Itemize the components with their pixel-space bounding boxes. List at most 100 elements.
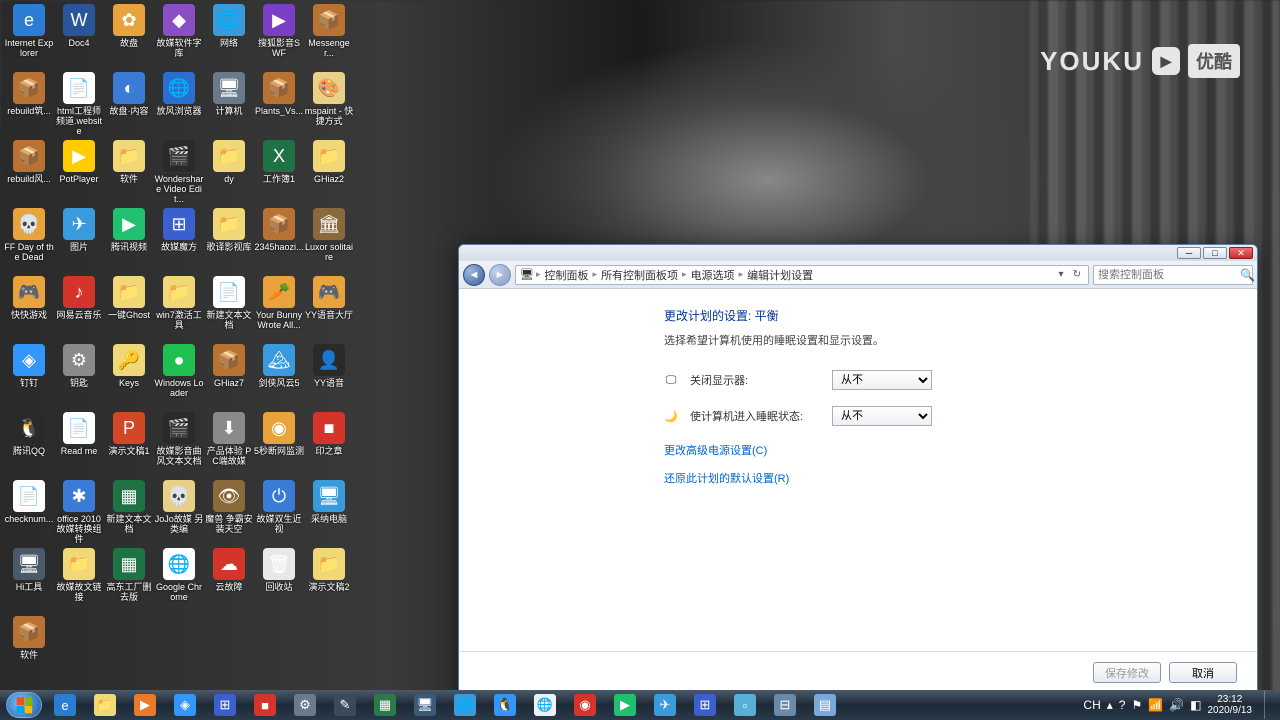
desktop-icon[interactable]: 🗑回收站 xyxy=(254,548,304,616)
taskbar-app-app3[interactable]: ✎ xyxy=(326,692,364,718)
desktop-icon[interactable]: 🎨mspaint - 快捷方式 xyxy=(304,72,354,140)
desktop-icon[interactable]: 🎮快快游戏 xyxy=(4,276,54,344)
desktop-icon[interactable]: X工作簿1 xyxy=(254,140,304,208)
taskbar-app-explorer[interactable]: 📁 xyxy=(86,692,124,718)
desktop-icon[interactable]: 📁win7激活工具 xyxy=(154,276,204,344)
search-input[interactable] xyxy=(1098,269,1240,281)
desktop-icon[interactable]: 📁dy xyxy=(204,140,254,208)
tray-flag-icon[interactable]: ⚑ xyxy=(1131,698,1142,712)
taskbar-app-ie[interactable]: e xyxy=(46,692,84,718)
desktop-icon[interactable]: 📦Messenger... xyxy=(304,4,354,72)
taskbar-app-wmp[interactable]: ▶ xyxy=(126,692,164,718)
desktop-icon[interactable]: ■印之章 xyxy=(304,412,354,480)
desktop-icon[interactable]: ⬇产品体验 PC端故媒 xyxy=(204,412,254,480)
desktop-icon[interactable]: WDoc4 xyxy=(54,4,104,72)
desktop-icon[interactable]: 🏛Luxor solitaire xyxy=(304,208,354,276)
taskbar-app-app2[interactable]: ⚙ xyxy=(286,692,324,718)
desktop-icon[interactable]: 🌐Google Chrome xyxy=(154,548,204,616)
breadcrumb-seg[interactable]: 控制面板 xyxy=(543,267,591,283)
desktop-icon[interactable]: ▶腾讯视频 xyxy=(104,208,154,276)
desktop-icon[interactable]: 👤YY语音 xyxy=(304,344,354,412)
advanced-settings-link[interactable]: 更改高级电源设置(C) xyxy=(664,442,1227,458)
desktop-icon[interactable]: 💀JoJo故媒 另类编 xyxy=(154,480,204,548)
desktop-icon[interactable]: 📁故媒故文链接 xyxy=(54,548,104,616)
taskbar-app-app7[interactable]: ✈ xyxy=(646,692,684,718)
desktop-icon[interactable]: 📄checknum... xyxy=(4,480,54,548)
start-button[interactable] xyxy=(6,692,42,718)
desktop-icon[interactable]: 📁软件 xyxy=(104,140,154,208)
refresh-icon[interactable]: ↻ xyxy=(1070,269,1084,280)
desktop-icon[interactable]: 🥕Your Bunny Wrote All... xyxy=(254,276,304,344)
taskbar-app-controlpanel[interactable]: ⊟ xyxy=(766,692,804,718)
desktop-icon[interactable]: 📁一键Ghost xyxy=(104,276,154,344)
desktop-icon[interactable]: 🖥计算机 xyxy=(204,72,254,140)
nav-forward-button[interactable]: ► xyxy=(489,264,511,286)
desktop-icon[interactable]: ◈钉钉 xyxy=(4,344,54,412)
taskbar-app-app10[interactable]: ▤ xyxy=(806,692,844,718)
desktop-icon[interactable]: P演示文稿1 xyxy=(104,412,154,480)
desktop-icon[interactable]: 🐧腾讯QQ xyxy=(4,412,54,480)
desktop-icon[interactable]: ✱office 2010 故媒转换组件 xyxy=(54,480,104,548)
desktop-icon[interactable]: 🖥Hi工具 xyxy=(4,548,54,616)
desktop-icon[interactable]: 🎮YY语音大厅 xyxy=(304,276,354,344)
taskbar-app-app6[interactable]: ◉ xyxy=(566,692,604,718)
desktop-icon[interactable]: 🌐网络 xyxy=(204,4,254,72)
desktop-icon[interactable]: 🖥采纳电脑 xyxy=(304,480,354,548)
address-bar[interactable]: 🖥 ▸ 控制面板 ▸ 所有控制面板项 ▸ 电源选项 ▸ 编辑计划设置 ▾ ↻ xyxy=(515,265,1089,285)
display-off-select[interactable]: 从不 xyxy=(832,370,932,390)
desktop-icon[interactable]: ✿故盘 xyxy=(104,4,154,72)
desktop-icon[interactable]: 📁GHiaz2 xyxy=(304,140,354,208)
tray-expand-icon[interactable]: ▴ xyxy=(1107,698,1113,712)
desktop-icon[interactable]: ▦高东工厂删去版 xyxy=(104,548,154,616)
desktop-icon[interactable]: ⏻故媒双生近视 xyxy=(254,480,304,548)
taskbar-app-dingtalk[interactable]: ◈ xyxy=(166,692,204,718)
breadcrumb-seg[interactable]: 编辑计划设置 xyxy=(745,267,815,283)
breadcrumb-seg[interactable]: 电源选项 xyxy=(689,267,737,283)
search-box[interactable]: 🔍 xyxy=(1093,265,1253,285)
desktop-icon[interactable]: 📦2345haozi... xyxy=(254,208,304,276)
minimize-button[interactable]: ─ xyxy=(1177,247,1201,259)
search-icon[interactable]: 🔍 xyxy=(1240,268,1255,282)
save-button[interactable]: 保存修改 xyxy=(1093,662,1161,683)
taskbar-app-app9[interactable]: ▫ xyxy=(726,692,764,718)
desktop-icon[interactable]: 📦rebuild筑... xyxy=(4,72,54,140)
maximize-button[interactable]: □ xyxy=(1203,247,1227,259)
show-desktop-button[interactable] xyxy=(1264,691,1274,719)
desktop-icon[interactable]: 🔑Keys xyxy=(104,344,154,412)
taskbar-app-chrome[interactable]: 🌐 xyxy=(526,692,564,718)
desktop-icon[interactable]: 📄html工程师频道.website xyxy=(54,72,104,140)
desktop-icon[interactable]: 🌐放风浏览器 xyxy=(154,72,204,140)
desktop-icon[interactable]: ◆故媒软件字库 xyxy=(154,4,204,72)
desktop-icon[interactable]: 💀FF Day of the Dead xyxy=(4,208,54,276)
desktop-icon[interactable]: 📦Plants_Vs... xyxy=(254,72,304,140)
tray-lang-indicator[interactable]: CH xyxy=(1083,698,1100,712)
taskbar-app-wps[interactable]: ■ xyxy=(246,692,284,718)
taskbar-app-app8[interactable]: ⊞ xyxy=(686,692,724,718)
taskbar-app-app1[interactable]: ⊞ xyxy=(206,692,244,718)
desktop-icon[interactable]: 🎬Wondershare Video Edit... xyxy=(154,140,204,208)
desktop-icon[interactable]: ▶PotPlayer xyxy=(54,140,104,208)
desktop-icon[interactable]: ●Windows Loader xyxy=(154,344,204,412)
desktop-icon[interactable]: eInternet Explorer xyxy=(4,4,54,72)
desktop-icon[interactable]: 📦软件 xyxy=(4,616,54,684)
address-dropdown-icon[interactable]: ▾ xyxy=(1054,269,1068,280)
sleep-select[interactable]: 从不 xyxy=(832,406,932,426)
close-button[interactable]: ✕ xyxy=(1229,247,1253,259)
tray-app-icon[interactable]: ◧ xyxy=(1190,698,1201,712)
taskbar-app-app5[interactable]: 🖥 xyxy=(406,692,444,718)
tray-volume-icon[interactable]: 🔊 xyxy=(1169,698,1184,712)
tray-help-icon[interactable]: ? xyxy=(1119,698,1126,712)
nav-back-button[interactable]: ◄ xyxy=(463,264,485,286)
desktop-icon[interactable]: ▶搜狐影音SWF xyxy=(254,4,304,72)
desktop-icon[interactable]: 📄新建文本文档 xyxy=(204,276,254,344)
desktop-icon[interactable]: ◉5秒断网监测 xyxy=(254,412,304,480)
taskbar-app-qq[interactable]: 🐧 xyxy=(486,692,524,718)
desktop-icon[interactable]: 📁演示文稿2 xyxy=(304,548,354,616)
cancel-button[interactable]: 取消 xyxy=(1169,662,1237,683)
desktop-icon[interactable]: 📦GHiaz7 xyxy=(204,344,254,412)
desktop-icon[interactable]: ⚙钥匙 xyxy=(54,344,104,412)
taskbar-app-app4[interactable]: ▦ xyxy=(366,692,404,718)
tray-clock[interactable]: 23:12 2020/9/13 xyxy=(1208,694,1253,716)
desktop-icon[interactable]: ⊞故媒魔方 xyxy=(154,208,204,276)
taskbar-app-video[interactable]: ▶ xyxy=(606,692,644,718)
